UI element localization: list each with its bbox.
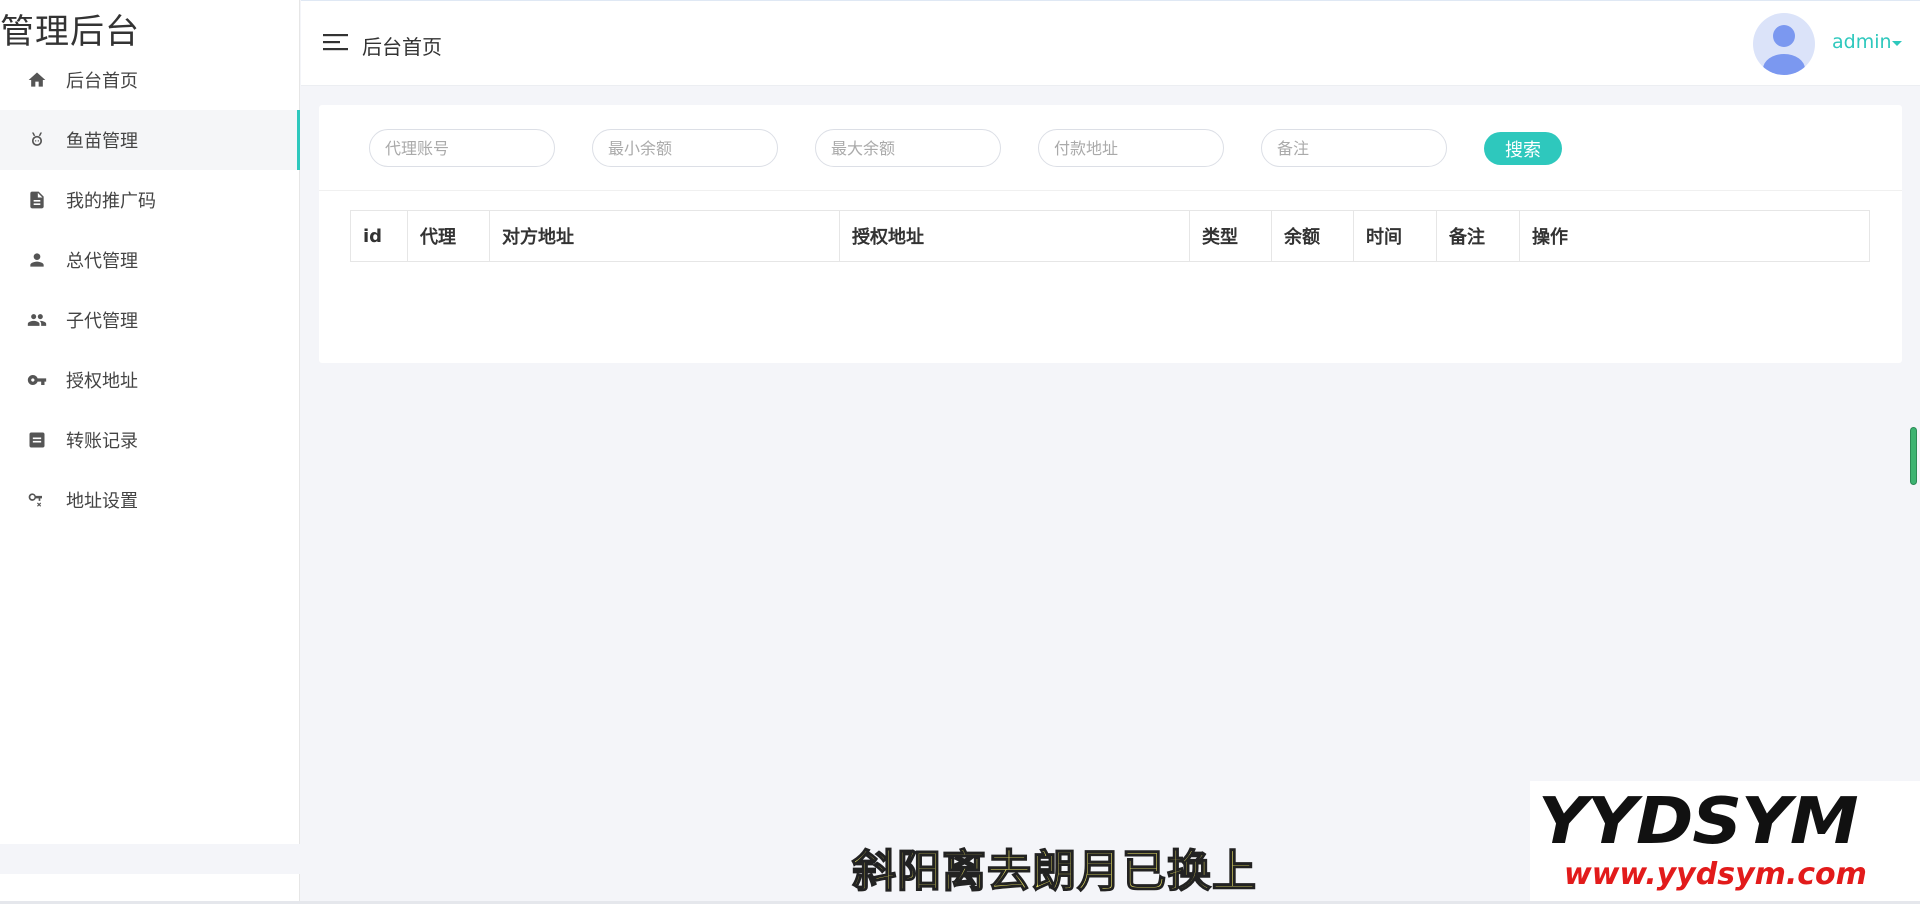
key-settings-icon xyxy=(26,489,48,511)
sidebar-item-label: 我的推广码 xyxy=(66,191,156,212)
sidebar-item-label: 转账记录 xyxy=(66,431,138,452)
remark-input[interactable] xyxy=(1261,129,1447,167)
person-icon xyxy=(26,249,48,271)
content-card: 搜索 id 代理 对方地址 授权地址 类型 余额 时间 备注 操作 xyxy=(319,105,1902,363)
watermark-brand: YYDSYM xyxy=(1538,785,1859,859)
sidebar-item-general-agents[interactable]: 总代管理 xyxy=(0,230,300,290)
sidebar-item-label: 授权地址 xyxy=(66,371,138,392)
document-icon xyxy=(26,189,48,211)
column-header-agent[interactable]: 代理 xyxy=(408,211,490,261)
sidebar-item-home[interactable]: 后台首页 xyxy=(0,50,300,110)
sidebar-item-transfer-records[interactable]: 转账记录 xyxy=(0,410,300,470)
sidebar-item-label: 鱼苗管理 xyxy=(66,131,138,152)
chevron-down-icon[interactable] xyxy=(1892,41,1902,46)
max-balance-input[interactable] xyxy=(815,129,1001,167)
menu-toggle-icon[interactable] xyxy=(323,31,349,53)
top-bar: 后台首页 admin xyxy=(301,0,1920,86)
search-button[interactable]: 搜索 xyxy=(1484,132,1562,165)
column-header-counterparty-address[interactable]: 对方地址 xyxy=(490,211,840,261)
min-balance-input[interactable] xyxy=(592,129,778,167)
column-header-balance[interactable]: 余额 xyxy=(1272,211,1354,261)
user-menu[interactable]: admin xyxy=(1832,31,1892,53)
video-subtitle: 斜阳离去朗月已换上 xyxy=(851,845,1257,898)
sidebar-item-fish[interactable]: 鱼苗管理 xyxy=(0,110,300,170)
avatar[interactable] xyxy=(1753,13,1815,75)
column-header-remark[interactable]: 备注 xyxy=(1437,211,1520,261)
pay-address-input[interactable] xyxy=(1038,129,1224,167)
key-icon xyxy=(26,369,48,391)
sidebar-item-label: 总代管理 xyxy=(66,251,138,272)
watermark-logo: YYDSYM www.yydsym.com xyxy=(1530,781,1920,901)
sidebar-footer xyxy=(0,844,300,874)
home-icon xyxy=(26,69,48,91)
sidebar-menu: 后台首页 鱼苗管理 我的推广码 总代管理 子代管理 授权地址 转账记录 地址设置 xyxy=(0,50,300,530)
agent-account-input[interactable] xyxy=(369,129,555,167)
brand-title: 管理后台 xyxy=(0,12,140,52)
column-header-type[interactable]: 类型 xyxy=(1190,211,1272,261)
column-header-id[interactable]: id xyxy=(351,211,408,261)
sidebar-item-auth-address[interactable]: 授权地址 xyxy=(0,350,300,410)
scrollbar-thumb[interactable] xyxy=(1910,427,1917,485)
sidebar-item-sub-agents[interactable]: 子代管理 xyxy=(0,290,300,350)
sidebar-item-promo-code[interactable]: 我的推广码 xyxy=(0,170,300,230)
sidebar-item-address-settings[interactable]: 地址设置 xyxy=(0,470,300,530)
sidebar-item-label: 子代管理 xyxy=(66,311,138,332)
column-header-actions[interactable]: 操作 xyxy=(1520,211,1869,261)
sidebar-item-label: 地址设置 xyxy=(66,491,138,512)
column-header-time[interactable]: 时间 xyxy=(1354,211,1437,261)
filter-bar: 搜索 xyxy=(319,105,1902,191)
sidebar: 管理后台 后台首页 鱼苗管理 我的推广码 总代管理 子代管理 授权地址 转账记录… xyxy=(0,0,300,904)
page-title: 后台首页 xyxy=(362,35,442,59)
watermark-url: www.yydsym.com xyxy=(1564,857,1867,892)
people-icon xyxy=(26,309,48,331)
sidebar-item-label: 后台首页 xyxy=(66,71,138,92)
fish-icon xyxy=(26,129,48,151)
data-table-header: id 代理 对方地址 授权地址 类型 余额 时间 备注 操作 xyxy=(350,210,1870,262)
list-icon xyxy=(26,429,48,451)
column-header-auth-address[interactable]: 授权地址 xyxy=(840,211,1190,261)
